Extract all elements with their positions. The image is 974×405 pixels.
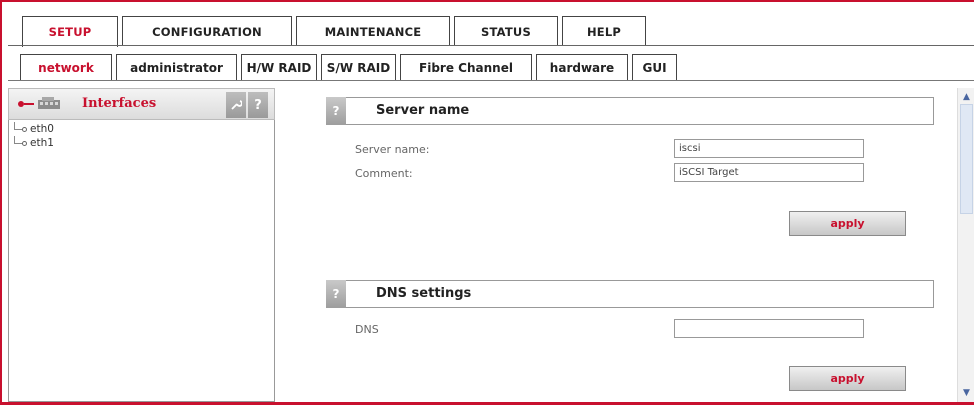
tab-bar-divider <box>8 45 974 46</box>
main-tab-bar: SETUP CONFIGURATION MAINTENANCE STATUS H… <box>22 16 650 47</box>
dns-input[interactable] <box>674 319 864 338</box>
tree-node-icon <box>22 127 27 132</box>
dns-label: DNS <box>355 323 379 336</box>
sub-tab-divider <box>8 80 974 81</box>
dns-help-button[interactable]: ? <box>326 280 346 308</box>
subtab-administrator[interactable]: administrator <box>116 54 237 81</box>
server-name-section-title: Server name <box>376 103 470 118</box>
comment-label: Comment: <box>355 167 413 180</box>
tree-item-label: eth1 <box>30 137 54 149</box>
subtab-hw-raid[interactable]: H/W RAID <box>241 54 317 81</box>
tab-setup[interactable]: SETUP <box>22 16 118 47</box>
server-name-input[interactable] <box>674 139 864 158</box>
scroll-down-icon[interactable]: ▼ <box>960 386 973 400</box>
tab-status[interactable]: STATUS <box>454 16 558 46</box>
scrollbar-thumb[interactable] <box>960 104 973 214</box>
subtab-sw-raid[interactable]: S/W RAID <box>321 54 396 81</box>
subtab-hardware[interactable]: hardware <box>536 54 628 81</box>
wrench-icon[interactable] <box>226 92 246 118</box>
tree-item-label: eth0 <box>30 123 54 135</box>
interfaces-tree: eth0 eth1 <box>12 122 54 150</box>
interfaces-title: Interfaces <box>82 96 157 111</box>
dns-section-title: DNS settings <box>376 286 472 301</box>
scroll-up-icon[interactable]: ▲ <box>960 90 973 104</box>
tree-item-eth0[interactable]: eth0 <box>12 122 54 136</box>
active-line <box>24 103 34 105</box>
tab-maintenance[interactable]: MAINTENANCE <box>296 16 450 46</box>
subtab-network[interactable]: network <box>20 54 112 81</box>
tree-item-eth1[interactable]: eth1 <box>12 136 54 150</box>
network-card-icon <box>38 97 60 109</box>
sub-tab-bar: network administrator H/W RAID S/W RAID … <box>20 54 681 81</box>
tab-configuration[interactable]: CONFIGURATION <box>122 16 292 46</box>
tree-node-icon <box>22 141 27 146</box>
interfaces-help-button[interactable]: ? <box>248 92 268 118</box>
subtab-fibre-channel[interactable]: Fibre Channel <box>400 54 532 81</box>
comment-input[interactable] <box>674 163 864 182</box>
tab-help[interactable]: HELP <box>562 16 646 46</box>
server-name-apply-button[interactable]: apply <box>789 211 906 236</box>
dns-apply-button[interactable]: apply <box>789 366 906 391</box>
subtab-gui[interactable]: GUI <box>632 54 677 81</box>
server-name-label: Server name: <box>355 143 430 156</box>
server-name-help-button[interactable]: ? <box>326 97 346 125</box>
